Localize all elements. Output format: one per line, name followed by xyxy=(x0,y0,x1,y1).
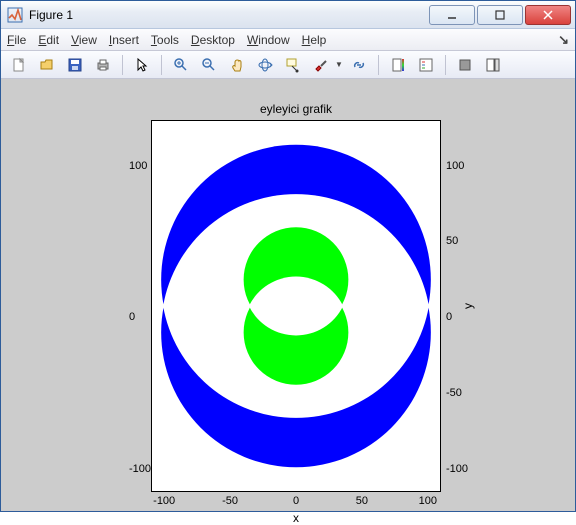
menu-file[interactable]: File xyxy=(7,33,26,47)
maximize-button[interactable] xyxy=(477,5,523,25)
menu-insert[interactable]: Insert xyxy=(109,33,139,47)
menu-tools[interactable]: Tools xyxy=(151,33,179,47)
toolbar-separator xyxy=(445,55,446,75)
x-tick-label: 100 xyxy=(419,495,437,507)
open-file-button[interactable] xyxy=(35,53,59,77)
print-button[interactable] xyxy=(91,53,115,77)
y-tick-label-right: -50 xyxy=(446,387,462,399)
menu-view[interactable]: View xyxy=(71,33,97,47)
axes[interactable] xyxy=(151,120,441,492)
save-button[interactable] xyxy=(63,53,87,77)
y-tick-label-right: 50 xyxy=(446,235,458,247)
brush-button[interactable] xyxy=(309,53,333,77)
figure-area[interactable]: eyleyici grafik -100 -50 0 50 100 -100 -50 0 50 1… xyxy=(1,79,575,511)
window-controls xyxy=(427,5,571,25)
menu-window[interactable]: Window xyxy=(247,33,290,47)
y-axis-label: y xyxy=(461,303,475,309)
menu-edit[interactable]: Edit xyxy=(38,33,59,47)
y-tick-label-left: 100 xyxy=(129,160,147,172)
y-tick-label-left: -100 xyxy=(129,463,151,475)
new-file-button[interactable] xyxy=(7,53,31,77)
window-title: Figure 1 xyxy=(29,8,427,22)
show-plot-tools-button[interactable] xyxy=(481,53,505,77)
pan-button[interactable] xyxy=(225,53,249,77)
menu-desktop[interactable]: Desktop xyxy=(191,33,235,47)
toolbar-separator xyxy=(122,55,123,75)
pointer-button[interactable] xyxy=(130,53,154,77)
menu-help[interactable]: Help xyxy=(302,33,327,47)
insert-colorbar-button[interactable] xyxy=(386,53,410,77)
y-tick-label-right: 100 xyxy=(446,160,464,172)
x-tick-label: -50 xyxy=(222,495,238,507)
data-cursor-button[interactable] xyxy=(281,53,305,77)
rotate3d-button[interactable] xyxy=(253,53,277,77)
x-tick-label: -100 xyxy=(153,495,175,507)
menubar: File Edit View Insert Tools Desktop Wind… xyxy=(1,29,575,51)
dock-controls-icon[interactable]: ↘ xyxy=(558,32,569,48)
minimize-button[interactable] xyxy=(429,5,475,25)
toolbar-separator xyxy=(161,55,162,75)
x-tick-label: 50 xyxy=(356,495,368,507)
link-button[interactable] xyxy=(347,53,371,77)
zoom-in-button[interactable] xyxy=(169,53,193,77)
brush-dropdown-icon[interactable]: ▼ xyxy=(335,60,343,69)
y-tick-label-right: -100 xyxy=(446,463,468,475)
x-tick-label: 0 xyxy=(293,495,299,507)
zoom-out-button[interactable] xyxy=(197,53,221,77)
y-tick-label-left: 0 xyxy=(129,311,135,323)
titlebar[interactable]: Figure 1 xyxy=(1,1,575,29)
close-button[interactable] xyxy=(525,5,571,25)
figure-window: Figure 1 File Edit View Insert Tools Des… xyxy=(0,0,576,512)
x-axis-label: x xyxy=(151,511,441,525)
insert-legend-button[interactable] xyxy=(414,53,438,77)
toolbar-separator xyxy=(378,55,379,75)
matlab-icon xyxy=(7,7,23,23)
y-tick-label-right: 0 xyxy=(446,311,452,323)
plot-svg xyxy=(152,121,440,491)
toolbar: ▼ xyxy=(1,51,575,79)
hide-plot-tools-button[interactable] xyxy=(453,53,477,77)
chart-title: eyleyici grafik xyxy=(151,102,441,116)
